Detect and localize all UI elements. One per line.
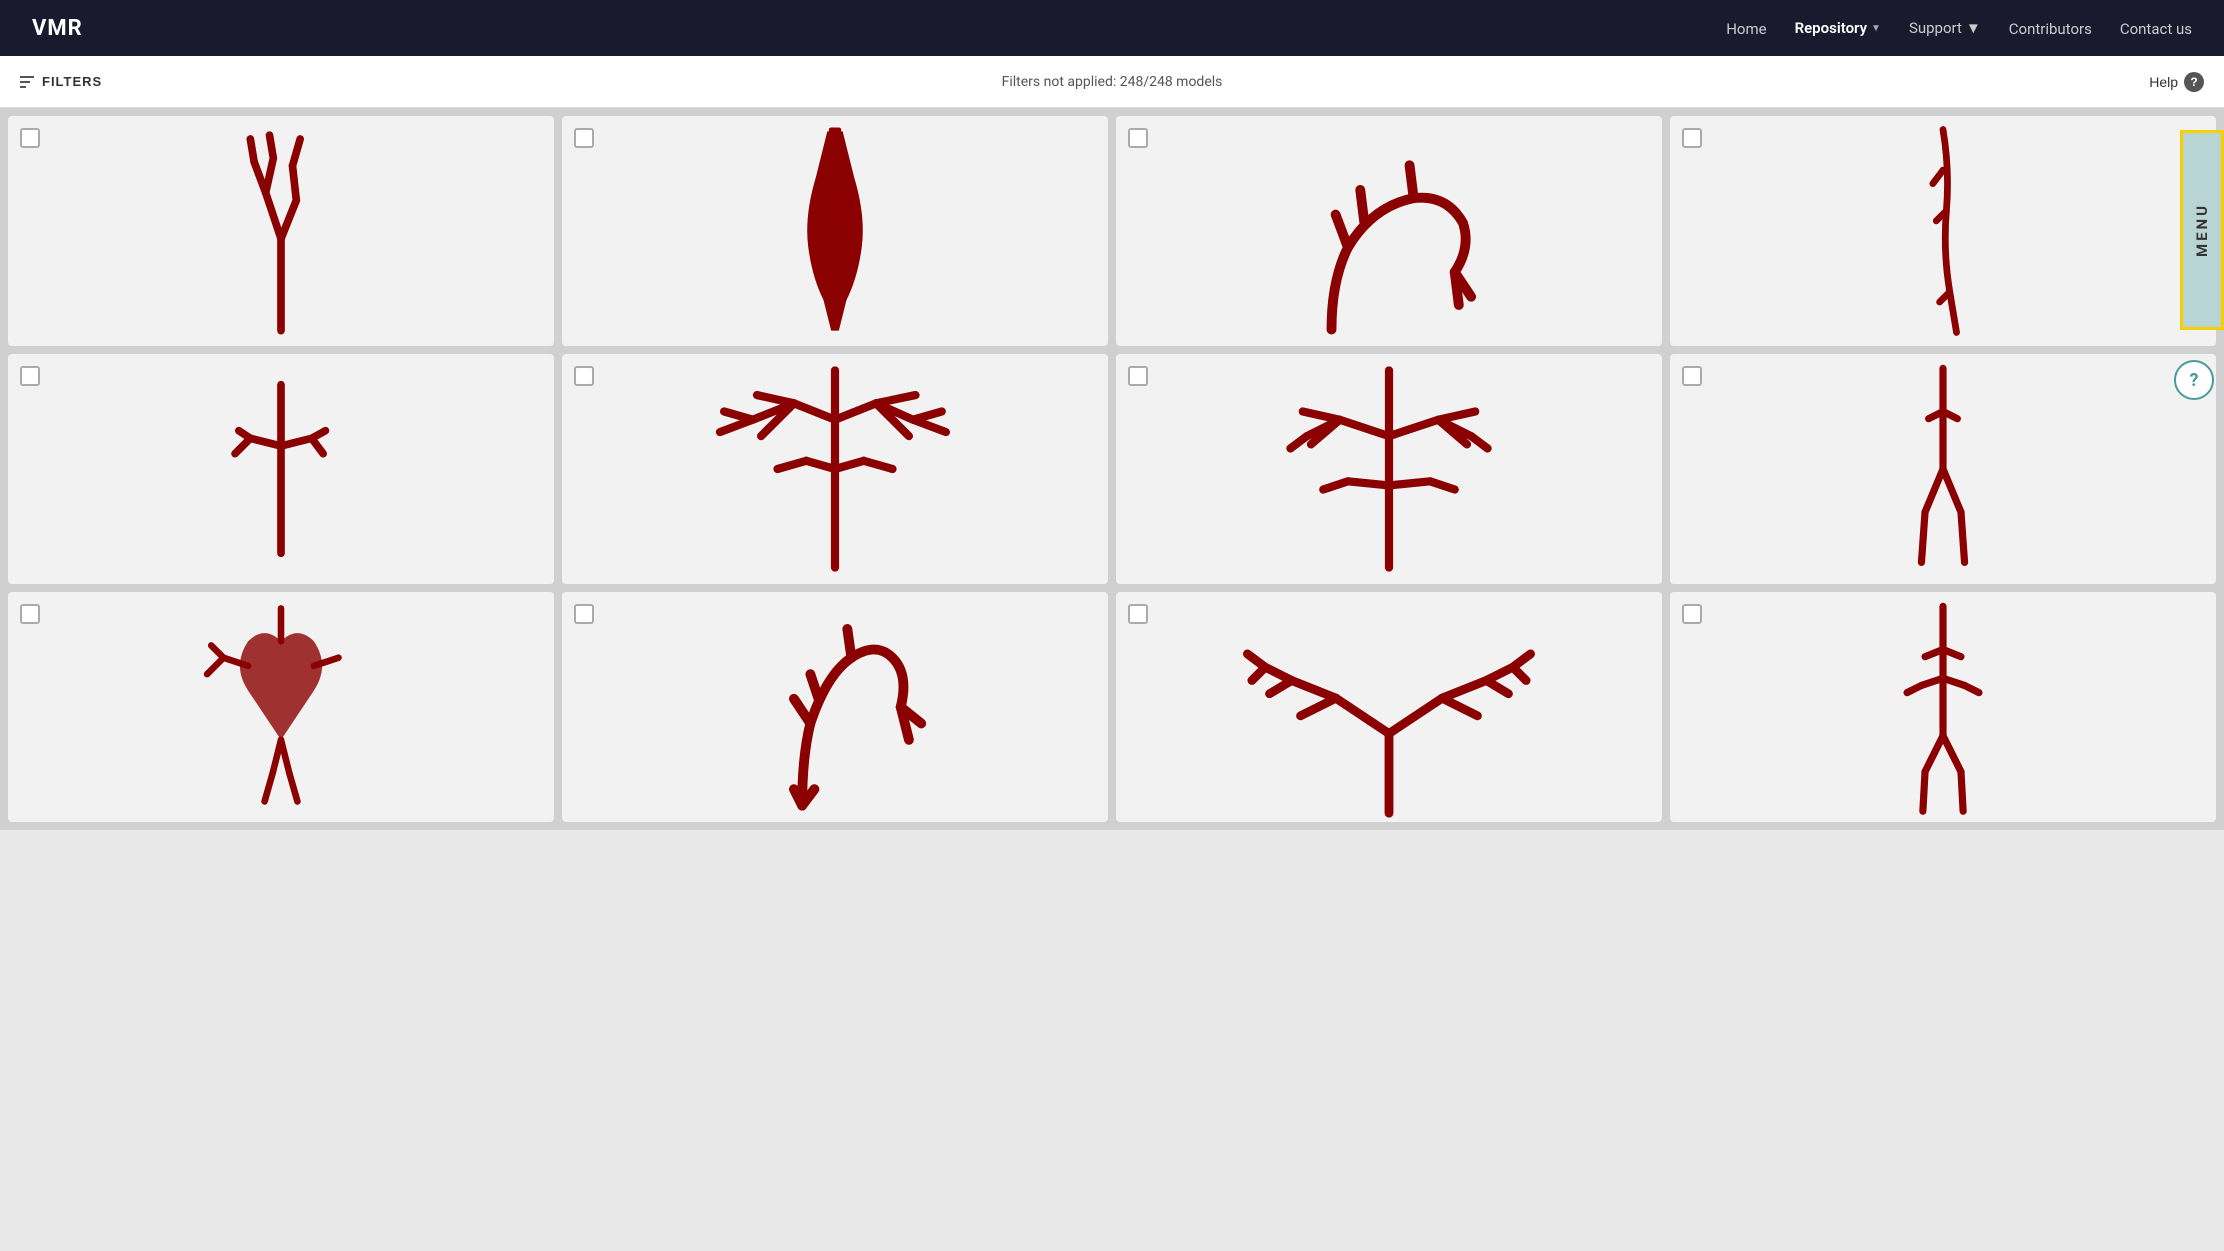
card-checkbox[interactable]: [20, 128, 40, 148]
model-card[interactable]: [562, 116, 1108, 346]
brand-logo[interactable]: VMR: [32, 16, 83, 41]
model-card[interactable]: [1670, 354, 2216, 584]
card-checkbox[interactable]: [1682, 604, 1702, 624]
model-card[interactable]: [8, 116, 554, 346]
menu-tab-label: MENU: [2193, 203, 2211, 257]
help-fixed-icon[interactable]: ?: [2174, 360, 2214, 400]
filters-button[interactable]: FILTERS: [20, 74, 102, 89]
card-checkbox[interactable]: [20, 604, 40, 624]
card-checkbox[interactable]: [574, 604, 594, 624]
model-card[interactable]: [8, 592, 554, 822]
model-card[interactable]: [562, 592, 1108, 822]
model-card[interactable]: [1116, 116, 1662, 346]
repository-caret: ▼: [1871, 23, 1881, 34]
filters-label: FILTERS: [42, 74, 102, 89]
help-icon: ?: [2184, 72, 2204, 92]
nav-contributors[interactable]: Contributors: [2009, 20, 2092, 38]
nav-repository[interactable]: Repository ▼: [1795, 19, 1881, 37]
model-card[interactable]: [8, 354, 554, 584]
filter-icon: [20, 76, 34, 88]
model-card[interactable]: [1670, 116, 2216, 346]
card-checkbox[interactable]: [1128, 366, 1148, 386]
model-grid: [0, 108, 2224, 830]
nav-support[interactable]: Support ▼: [1909, 19, 1981, 37]
help-label: Help: [2149, 74, 2178, 90]
card-checkbox[interactable]: [574, 366, 594, 386]
nav-home[interactable]: Home: [1726, 20, 1766, 38]
model-card[interactable]: [1116, 592, 1662, 822]
model-card[interactable]: [1116, 354, 1662, 584]
navbar: VMR Home Repository ▼ Support ▼ Contribu…: [0, 0, 2224, 56]
nav-contact[interactable]: Contact us: [2120, 20, 2192, 38]
card-checkbox[interactable]: [1128, 604, 1148, 624]
filter-bar: FILTERS Filters not applied: 248/248 mod…: [0, 56, 2224, 108]
card-checkbox[interactable]: [574, 128, 594, 148]
help-button[interactable]: Help ?: [2149, 72, 2204, 92]
card-checkbox[interactable]: [1128, 128, 1148, 148]
card-checkbox[interactable]: [1682, 128, 1702, 148]
model-card[interactable]: [1670, 592, 2216, 822]
card-checkbox[interactable]: [1682, 366, 1702, 386]
support-caret: ▼: [1966, 19, 1981, 37]
model-card[interactable]: [562, 354, 1108, 584]
menu-tab[interactable]: MENU: [2180, 130, 2224, 330]
card-checkbox[interactable]: [20, 366, 40, 386]
filter-status: Filters not applied: 248/248 models: [1002, 74, 1223, 90]
